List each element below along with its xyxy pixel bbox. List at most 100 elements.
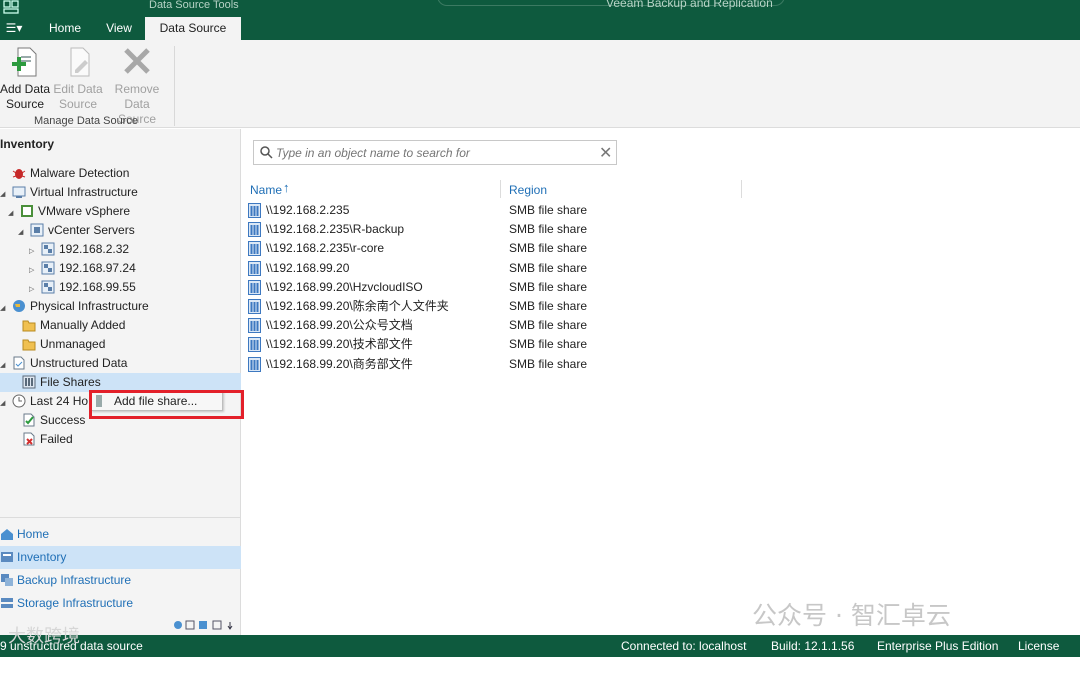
tree-item-vc-192-168-99-55[interactable]: ▷ 192.168.99.55 [0,278,241,297]
table-row[interactable]: \\192.168.2.235 SMB file share [246,201,746,220]
tree-item-vmware-vsphere[interactable]: ◢ VMware vSphere [0,202,241,221]
tab-view[interactable]: View [101,17,137,40]
success-icon [22,413,36,427]
add-data-source-button[interactable]: Add Data Source [0,46,52,112]
vsphere-icon [20,204,34,218]
cell-region: SMB file share [509,299,588,313]
nav-home[interactable]: Home [0,523,241,546]
nav-backup-infrastructure-label: Backup Infrastructure [17,573,132,587]
expand-arrow-icon[interactable]: ◢ [0,356,8,375]
tree-item-virtual-infrastructure[interactable]: ◢ Virtual Infrastructure [0,183,241,202]
nav-inventory-label: Inventory [17,550,67,564]
ribbon-group-label: Manage Data Source [34,115,138,127]
table-row[interactable]: \\192.168.99.20\技术部文件 SMB file share [246,335,746,354]
expand-arrow-icon[interactable]: ◢ [0,185,8,204]
tree-item-unmanaged[interactable]: Unmanaged [0,335,241,354]
nav-overflow-icons[interactable] [173,619,239,633]
nav-inventory[interactable]: Inventory [0,546,241,569]
column-divider[interactable] [741,180,742,198]
app-logo-icon[interactable] [2,0,20,14]
file-share-icon [248,260,261,276]
tree-item-vc-192-168-97-24[interactable]: ▷ 192.168.97.24 [0,259,241,278]
tree-item-unstructured-data[interactable]: ◢ Unstructured Data [0,354,241,373]
title-bar: Data Source Tools Veeam Backup and Repli… [0,0,1080,40]
tab-data-source[interactable]: Data Source [145,17,241,40]
navigation-pane: Inventory Malware Detection ◢ Virtual Inf… [0,129,241,635]
main-menu-button[interactable]: ☰▾ [4,17,24,40]
storage-infrastructure-icon [0,595,14,609]
tree-item-label: Malware Detection [30,166,130,180]
table-row[interactable]: \\192.168.99.20\HzvcloudISO SMB file shar… [246,278,746,297]
nav-backup-infrastructure[interactable]: Backup Infrastructure [0,569,241,592]
tree-item-vc-192-168-2-32[interactable]: ▷ 192.168.2.32 [0,240,241,259]
table-row[interactable]: \\192.168.99.20\陈余南个人文件夹 SMB file share [246,297,746,316]
tree-item-label: Unstructured Data [30,356,128,370]
tree-item-label: Physical Infrastructure [30,299,149,313]
table-row[interactable]: \\192.168.99.20\公众号文档 SMB file share [246,316,746,335]
tree-item-label: VMware vSphere [38,204,131,218]
annotation-highlight-box [89,390,244,419]
edit-data-source-icon [63,46,93,80]
table-row[interactable]: \\192.168.2.235\r-core SMB file share [246,239,746,258]
cell-region: SMB file share [509,318,588,333]
table-row[interactable]: \\192.168.99.20 SMB file share [246,259,746,278]
tree-item-malware-detection[interactable]: Malware Detection [0,164,241,183]
add-data-source-icon [10,46,40,80]
tab-home[interactable]: Home [45,17,85,40]
tree-item-label: Last 24 Ho [30,394,89,408]
tree-item-manually-added[interactable]: Manually Added [0,316,241,335]
table-row[interactable]: \\192.168.2.235\R-backup SMB file share [246,220,746,239]
expand-arrow-icon[interactable]: ◢ [0,299,8,318]
table-row[interactable]: \\192.168.99.20\商务部文件 SMB file share [246,355,746,374]
tree-item-label: 192.168.99.55 [59,280,136,294]
cell-region: SMB file share [509,279,588,294]
cell-region: SMB file share [509,203,588,217]
status-edition: Enterprise Plus Edition [877,639,999,653]
nav-storage-infrastructure-label: Storage Infrastructure [17,596,134,610]
expand-arrow-icon[interactable]: ◢ [18,223,26,242]
file-share-icon [248,279,261,295]
cell-region: SMB file share [509,337,588,352]
watermark-left-text: 大数跨境 [8,626,80,647]
tree-item-label: vCenter Servers [48,223,135,237]
add-data-source-label: Add Data Source [0,82,51,111]
file-share-icon [248,222,261,238]
nav-divider [0,517,241,518]
folder-icon [22,318,36,332]
tree-item-physical-infrastructure[interactable]: ◢ Physical Infrastructure [0,297,241,316]
vcenter-icon [30,223,44,237]
tree-item-label: Failed [40,432,73,446]
tree-item-vcenter-servers[interactable]: ◢ vCenter Servers [0,221,241,240]
cell-name: \\192.168.99.20\商务部文件 [266,356,413,371]
sort-ascending-icon[interactable]: ↑ [283,180,290,195]
vc-server-icon [41,280,55,294]
tree-item-label: Success [40,413,86,427]
edit-data-source-button[interactable]: Edit Data Source [51,46,105,112]
cell-name: \\192.168.99.20\HzvcloudISO [266,279,423,294]
expand-arrow-icon[interactable]: ◢ [0,394,8,413]
doc-icon [12,356,26,370]
contextual-tools-label: Data Source Tools [149,0,239,11]
remove-x-icon [122,46,152,80]
tree-item-failed[interactable]: Failed [0,430,241,449]
search-input[interactable] [276,145,586,161]
column-header-region[interactable]: Region [509,183,547,197]
file-share-icon [248,203,261,218]
search-box[interactable]: ✕ [253,140,617,165]
nav-storage-infrastructure[interactable]: Storage Infrastructure [0,592,241,615]
remove-data-source-button[interactable]: Remove Data Source [106,46,168,126]
cell-name: \\192.168.99.20\技术部文件 [266,337,413,352]
cell-name: \\192.168.99.20\陈余南个人文件夹 [266,299,449,313]
globe-icon [12,299,26,313]
cell-region: SMB file share [509,222,588,237]
search-icon [259,145,273,159]
clear-search-icon[interactable]: ✕ [599,143,612,163]
column-header-name[interactable]: Name [250,183,282,197]
file-share-icon [248,318,261,334]
column-divider[interactable] [500,180,501,198]
file-share-icon [248,337,261,353]
cell-name: \\192.168.99.20\公众号文档 [266,318,413,333]
file-share-icon [248,299,261,314]
expand-arrow-icon[interactable]: ◢ [8,204,16,223]
share-icon [22,375,36,389]
